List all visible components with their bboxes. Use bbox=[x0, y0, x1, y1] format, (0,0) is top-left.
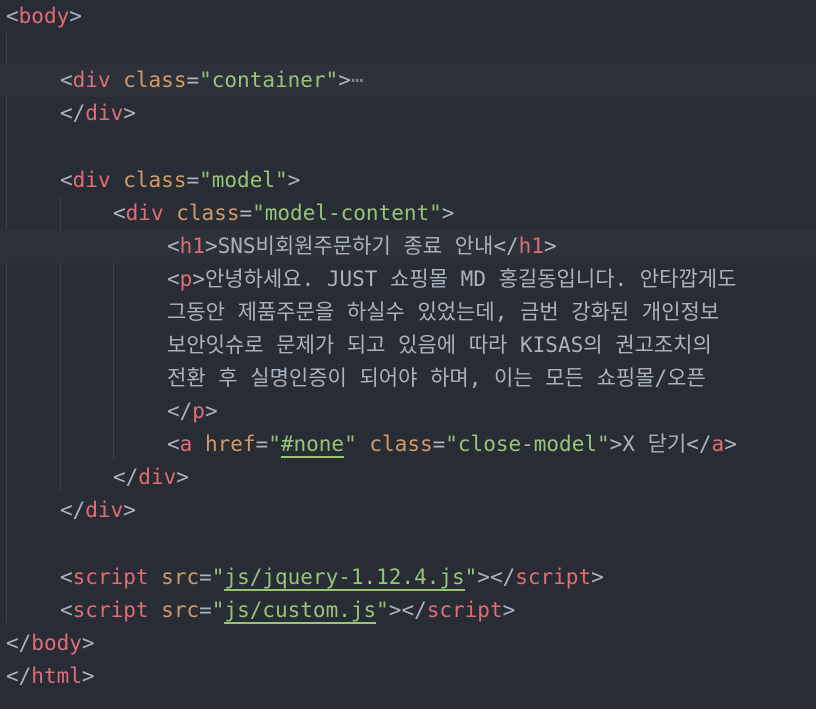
code-line-body-open[interactable]: <body> bbox=[0, 0, 816, 33]
code-line-script-custom[interactable]: <script src="js/custom.js"></script> bbox=[0, 594, 816, 627]
script-src-link[interactable]: js/custom.js bbox=[224, 598, 377, 624]
code-line-container-open[interactable]: <div class="container">⋯ bbox=[0, 64, 816, 97]
code-line-empty[interactable] bbox=[0, 527, 816, 560]
code-line-p-open[interactable]: <p>안녕하세요. JUST 쇼핑몰 MD 홍길동입니다. 안타깝게도 bbox=[0, 263, 816, 296]
code-line-body-close[interactable]: </body> bbox=[0, 627, 816, 660]
code-line-empty[interactable] bbox=[0, 33, 816, 66]
code-line-container-close[interactable]: </div> bbox=[0, 97, 816, 130]
code-line-close-link[interactable]: <a href="#none" class="close-model">X 닫기… bbox=[0, 428, 816, 461]
code-line-p-text[interactable]: 전환 후 실명인증이 되어야 하며, 이는 모든 쇼핑몰/오픈 bbox=[0, 362, 816, 395]
code-line-model-close[interactable]: </div> bbox=[0, 494, 816, 527]
code-line-model-content-close[interactable]: </div> bbox=[0, 461, 816, 494]
code-line-model-content-open[interactable]: <div class="model-content"> bbox=[0, 197, 816, 230]
script-src-link[interactable]: js/jquery-1.12.4.js bbox=[224, 565, 465, 591]
code-line-p-text[interactable]: 보안잇슈로 문제가 되고 있음에 따라 KISAS의 권고조치의 bbox=[0, 329, 816, 362]
code-line-script-jquery[interactable]: <script src="js/jquery-1.12.4.js"></scri… bbox=[0, 561, 816, 594]
href-link[interactable]: #none bbox=[280, 432, 345, 458]
code-line-p-text[interactable]: 그동안 제품주문을 하실수 있었는데, 금번 강화된 개인정보 bbox=[0, 296, 816, 329]
code-line-p-close[interactable]: </p> bbox=[0, 395, 816, 428]
code-line-model-open[interactable]: <div class="model"> bbox=[0, 164, 816, 197]
code-editor[interactable]: <body> <div class="container">⋯ </div> <… bbox=[0, 0, 816, 709]
code-line-html-close[interactable]: </html> bbox=[0, 660, 816, 693]
code-line-empty[interactable] bbox=[0, 130, 816, 163]
code-line-h1[interactable]: <h1>SNS비회원주문하기 종료 안내</h1> bbox=[0, 230, 816, 263]
fold-ellipsis-icon[interactable]: ⋯ bbox=[351, 68, 364, 92]
